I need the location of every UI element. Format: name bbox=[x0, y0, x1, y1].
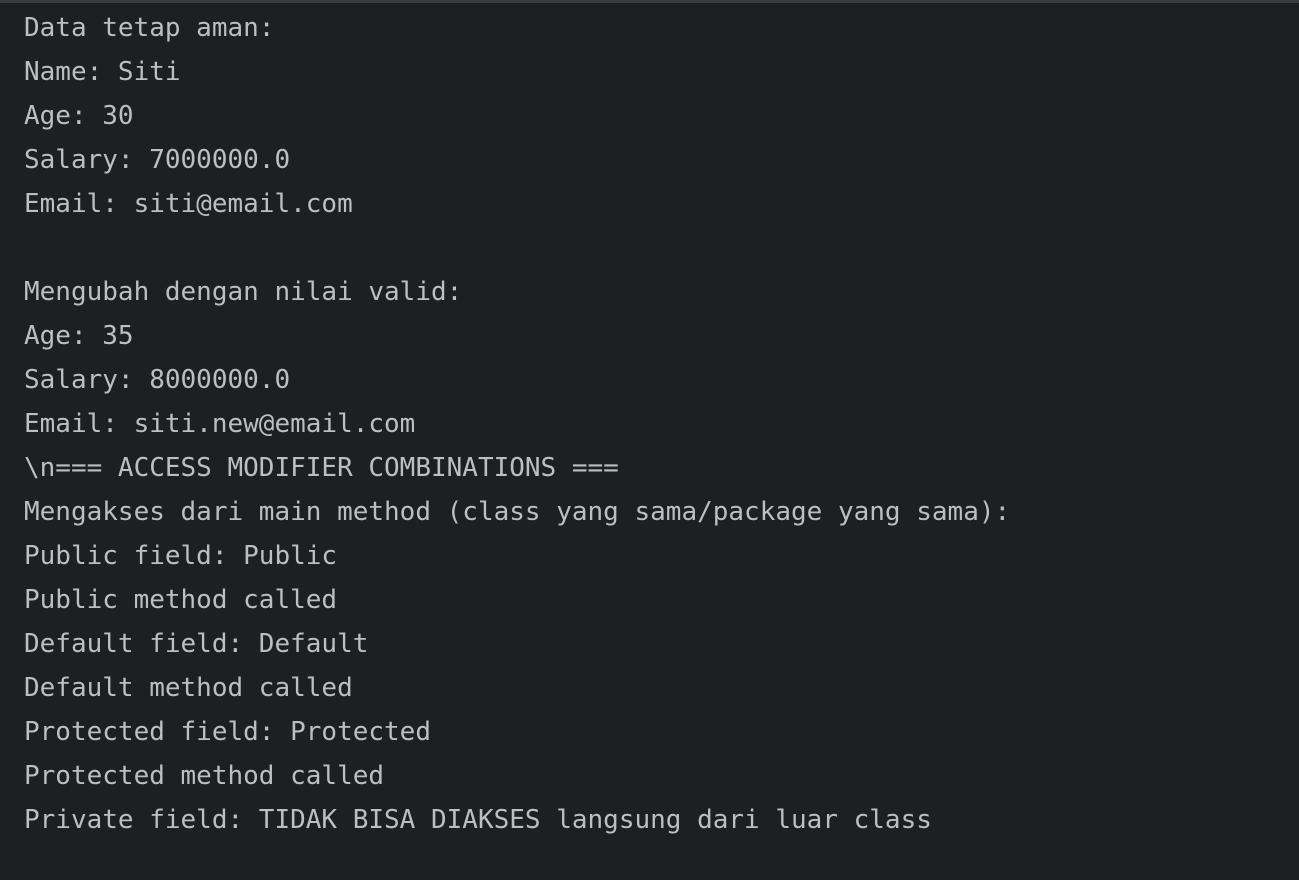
console-line: Protected field: Protected bbox=[24, 717, 431, 747]
console-line: Public method called bbox=[24, 585, 338, 615]
console-line: Mengakses dari main method (class yang s… bbox=[24, 497, 1011, 527]
console-line: Mengubah dengan nilai valid: bbox=[24, 277, 463, 307]
console-line: Salary: 8000000.0 bbox=[24, 365, 291, 395]
console-line: Data tetap aman: bbox=[24, 13, 275, 43]
console-line: Email: siti@email.com bbox=[24, 189, 353, 219]
console-line: Email: siti.new@email.com bbox=[24, 409, 416, 439]
console-line: Name: Siti bbox=[24, 57, 181, 87]
console-line: Salary: 7000000.0 bbox=[24, 145, 291, 175]
console-line: \n=== ACCESS MODIFIER COMBINATIONS === bbox=[24, 453, 619, 483]
console-line: Public field: Public bbox=[24, 541, 338, 571]
console-line: Default method called bbox=[24, 673, 353, 703]
console-output-panel[interactable]: Data tetap aman: Name: Siti Age: 30 Sala… bbox=[0, 0, 1299, 880]
console-line: Age: 35 bbox=[24, 321, 134, 351]
console-line: Default field: Default bbox=[24, 629, 369, 659]
console-output-text: Data tetap aman: Name: Siti Age: 30 Sala… bbox=[24, 6, 1289, 842]
console-line: Protected method called bbox=[24, 761, 385, 791]
console-line: Private field: TIDAK BISA DIAKSES langsu… bbox=[24, 805, 932, 835]
console-line: Age: 30 bbox=[24, 101, 134, 131]
